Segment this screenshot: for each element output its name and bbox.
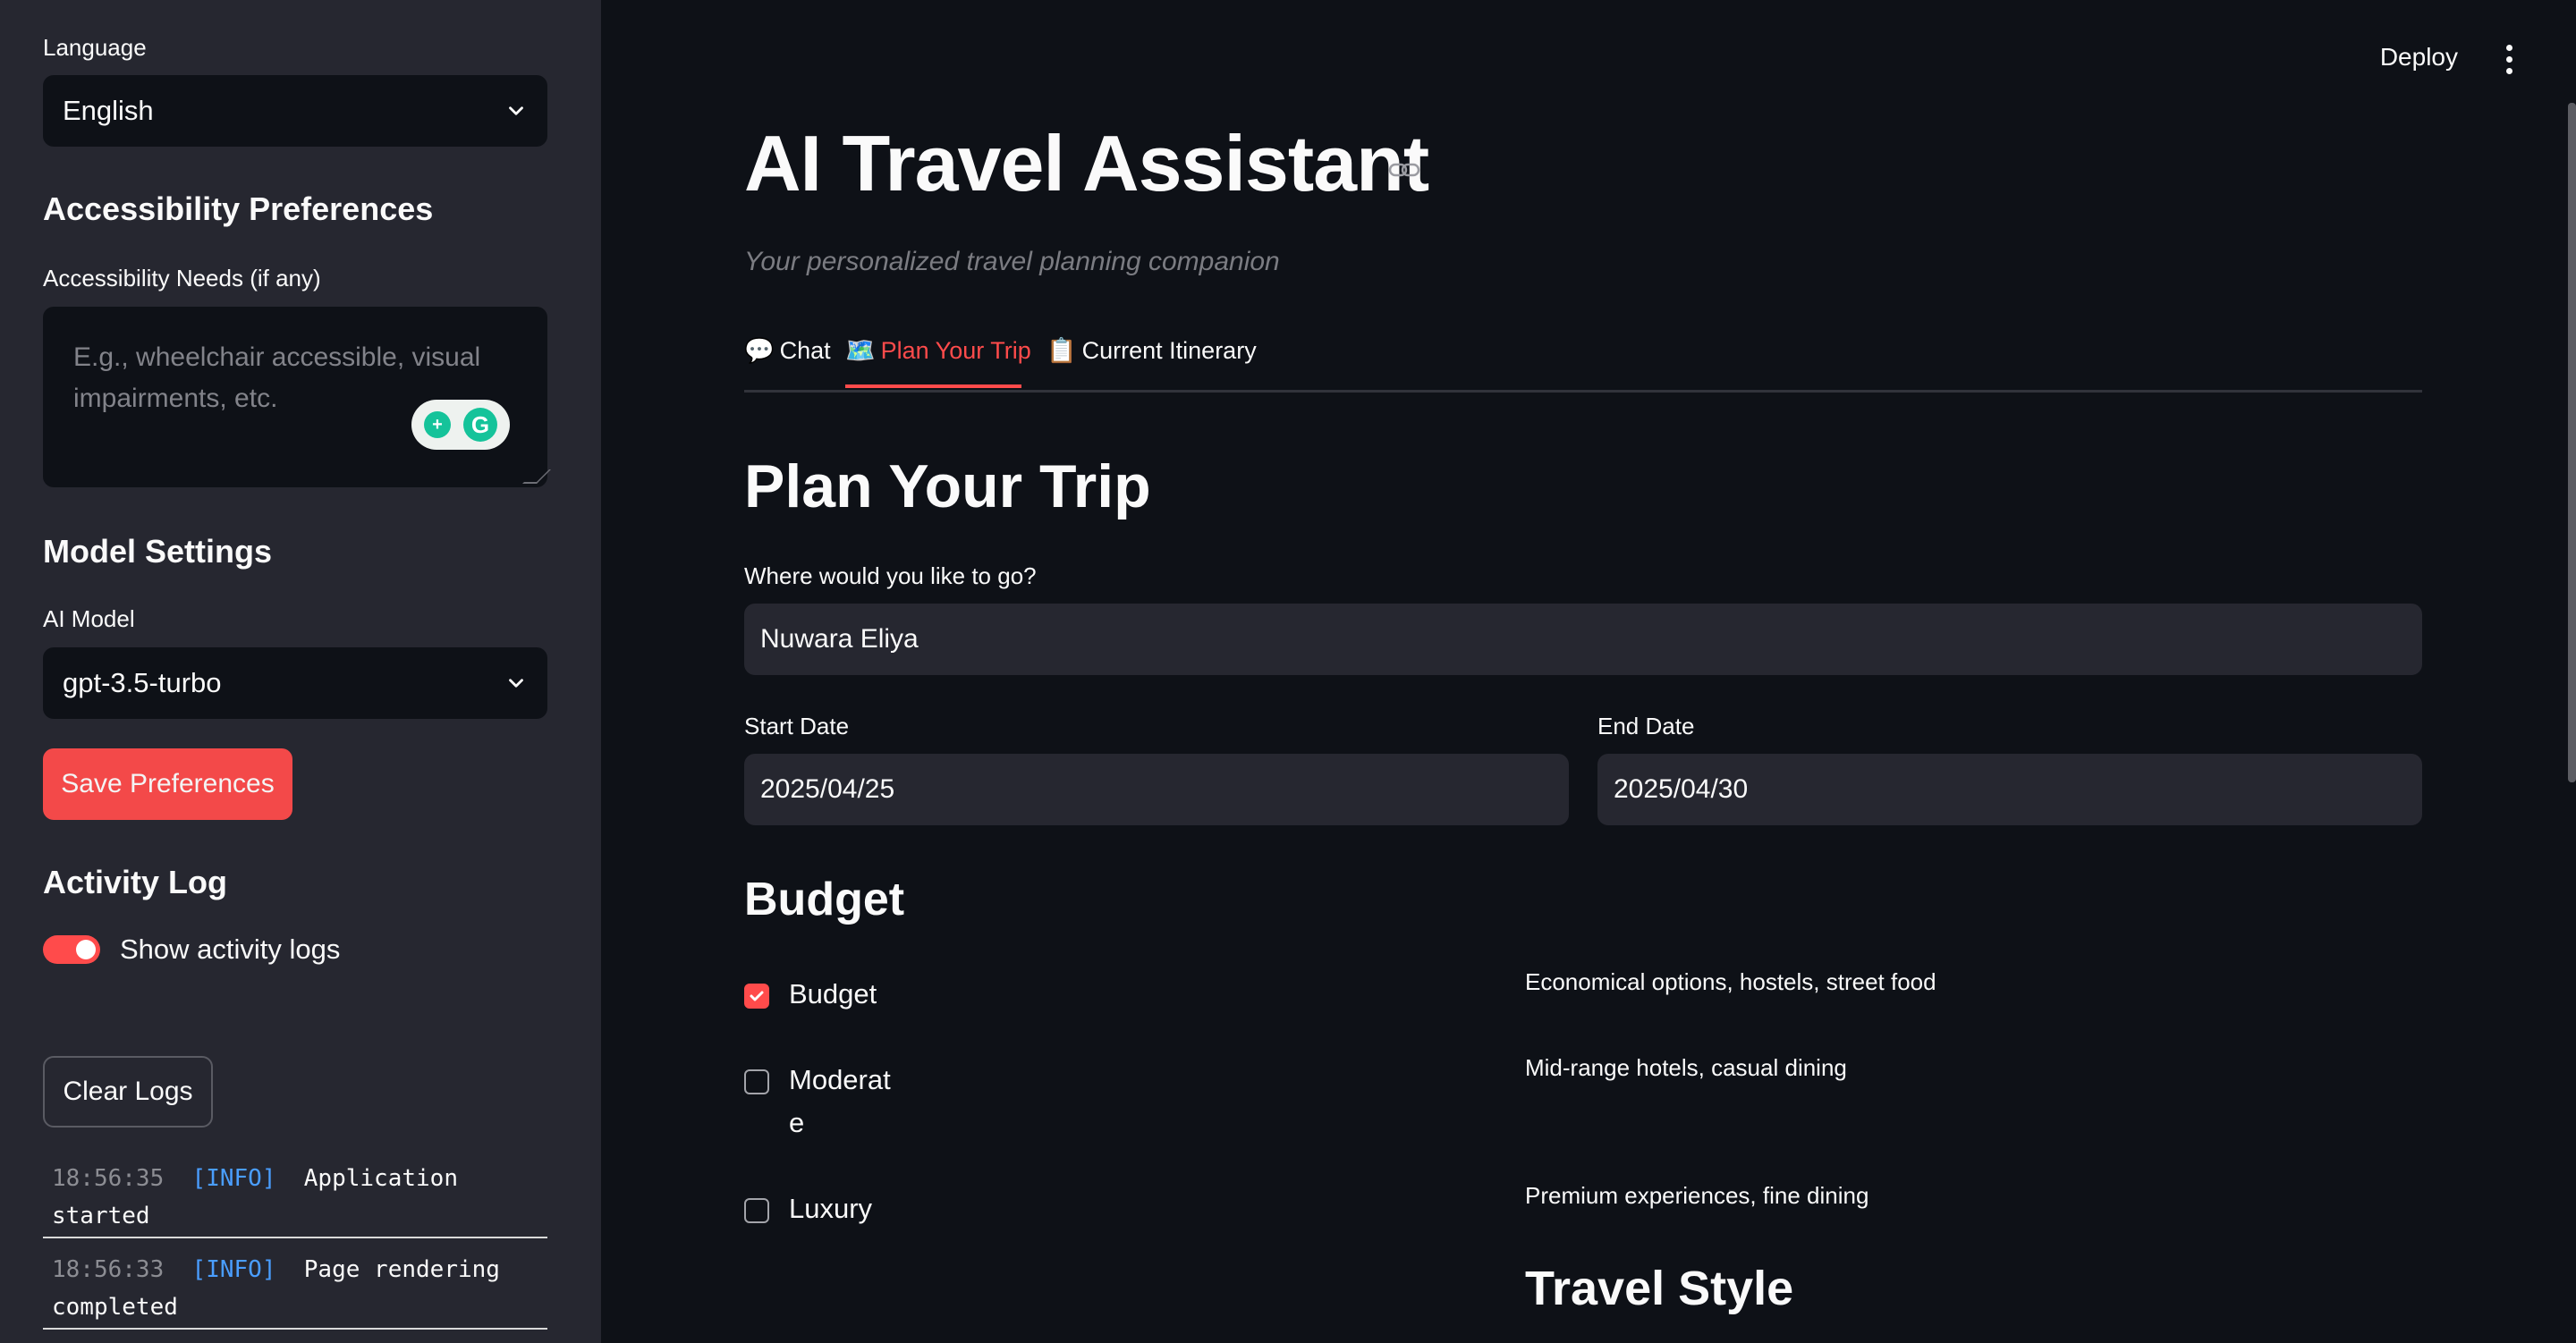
deploy-button[interactable]: Deploy [2380, 43, 2458, 72]
main-content: Deploy AI Travel Assistant Your personal… [601, 0, 2576, 1343]
budget-option-description: Premium experiences, fine dining [1525, 1182, 1869, 1209]
accessibility-textarea[interactable]: E.g., wheelchair accessible, visual impa… [43, 307, 551, 487]
start-date-input[interactable]: 2025/04/25 [744, 754, 1569, 825]
budget-option-moderate[interactable]: Moderate [744, 1064, 894, 1145]
destination-value: Nuwara Eliya [760, 624, 919, 654]
checkbox[interactable] [744, 1069, 769, 1094]
link-icon[interactable] [1388, 159, 1420, 181]
language-label: Language [43, 34, 147, 61]
end-date-value: 2025/04/30 [1614, 774, 1749, 804]
log-level: [INFO] [191, 1165, 276, 1192]
clear-logs-button[interactable]: Clear Logs [43, 1056, 213, 1128]
log-time: 18:56:33 [52, 1256, 165, 1283]
end-date-input[interactable]: 2025/04/30 [1597, 754, 2422, 825]
language-value: English [63, 95, 154, 126]
grammarly-logo-icon: G [463, 408, 497, 442]
show-logs-toggle[interactable] [43, 935, 100, 964]
checkbox-label: Luxury [789, 1193, 873, 1224]
end-date-label: End Date [1597, 713, 1695, 739]
toggle-label: Show activity logs [120, 933, 341, 965]
destination-input[interactable]: Nuwara Eliya [744, 604, 2422, 675]
model-settings-heading: Model Settings [43, 533, 273, 570]
checkbox-label: Moderate [789, 1064, 891, 1138]
page-title: AI Travel Assistant [744, 119, 1429, 207]
chevron-down-icon [509, 106, 523, 115]
checkbox[interactable] [744, 1198, 769, 1223]
chevron-down-icon [509, 679, 523, 688]
checkbox-checked[interactable] [744, 984, 769, 1009]
activity-log-heading: Activity Log [43, 864, 228, 900]
grammarly-widget[interactable]: + G [411, 400, 510, 450]
tab-label: Plan Your Trip [880, 336, 1031, 364]
show-logs-toggle-row[interactable]: Show activity logs [43, 933, 340, 966]
tab-label: Chat [779, 336, 831, 364]
budget-heading: Budget [744, 874, 905, 925]
log-time: 18:56:35 [52, 1165, 165, 1192]
page-subtitle: Your personalized travel planning compan… [744, 247, 1280, 276]
destination-label: Where would you like to go? [744, 562, 1037, 589]
grammarly-bulb-icon: + [424, 411, 451, 438]
accessibility-heading: Accessibility Preferences [43, 190, 434, 227]
tab-label: Current Itinerary [1081, 336, 1257, 364]
accessibility-placeholder: E.g., wheelchair accessible, visual impa… [73, 342, 481, 413]
section-title: Plan Your Trip [744, 452, 1151, 520]
log-entry: 18:56:35 [INFO] Application started [43, 1160, 547, 1238]
start-date-value: 2025/04/25 [760, 774, 895, 804]
tab-chat[interactable]: 💬 Chat [744, 334, 831, 367]
language-select[interactable]: English [43, 75, 547, 147]
tab-bar: 💬 Chat 🗺️ Plan Your Trip 📋 Current Itine… [744, 334, 2422, 393]
checkbox-label: Budget [789, 978, 877, 1009]
tab-plan-your-trip[interactable]: 🗺️ Plan Your Trip [845, 334, 1031, 367]
log-level: [INFO] [191, 1256, 276, 1283]
model-select[interactable]: gpt-3.5-turbo [43, 647, 547, 719]
save-preferences-button[interactable]: Save Preferences [43, 748, 292, 820]
budget-option-budget[interactable]: Budget [744, 978, 894, 1016]
budget-option-description: Mid-range hotels, casual dining [1525, 1054, 1847, 1081]
clipboard-icon: 📋 [1046, 337, 1077, 364]
sidebar: Language English Accessibility Preferenc… [0, 0, 601, 1343]
accessibility-label: Accessibility Needs (if any) [43, 265, 321, 291]
travel-style-heading: Travel Style [1525, 1262, 1794, 1315]
speech-bubble-icon: 💬 [744, 337, 775, 364]
checkmark-icon [750, 991, 764, 1001]
model-value: gpt-3.5-turbo [63, 667, 222, 698]
kebab-menu-icon[interactable] [2506, 45, 2513, 74]
active-tab-indicator [845, 384, 1021, 388]
tab-current-itinerary[interactable]: 📋 Current Itinerary [1046, 334, 1257, 367]
map-icon: 🗺️ [845, 337, 876, 364]
budget-option-luxury[interactable]: Luxury [744, 1193, 894, 1230]
scrollbar[interactable] [2568, 103, 2576, 782]
resize-handle-icon[interactable] [522, 469, 551, 484]
budget-option-description: Economical options, hostels, street food [1525, 968, 1936, 995]
log-entry: 18:56:33 [INFO] Page rendering completed [43, 1251, 547, 1330]
model-label: AI Model [43, 605, 135, 632]
start-date-label: Start Date [744, 713, 850, 739]
